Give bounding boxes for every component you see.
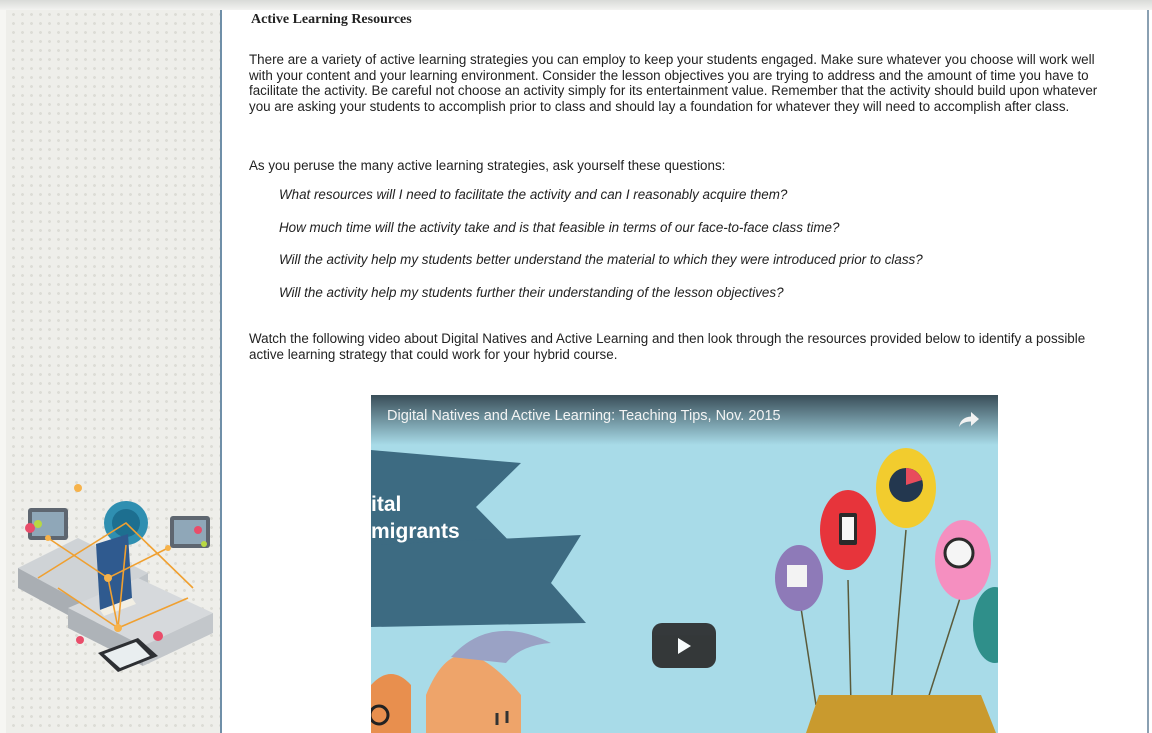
question-list: What resources will I need to facilitate… bbox=[279, 187, 923, 317]
video-paragraph: Watch the following video about Digital … bbox=[249, 331, 1086, 362]
list-item: Will the activity help my students bette… bbox=[279, 252, 923, 267]
play-icon bbox=[678, 638, 691, 654]
share-icon[interactable] bbox=[958, 410, 980, 428]
questions-intro: As you peruse the many active learning s… bbox=[249, 158, 726, 173]
video-thumbnail bbox=[371, 448, 998, 733]
video-player[interactable]: ital migrants Digital Natives and Active… bbox=[371, 395, 998, 733]
education-technology-illustration bbox=[18, 484, 213, 672]
left-edge bbox=[0, 10, 6, 733]
intro-paragraph: There are a variety of active learning s… bbox=[249, 52, 1098, 114]
main-content: Active Learning Resources There are a va… bbox=[249, 10, 1129, 733]
banner-line: migrants bbox=[371, 520, 460, 543]
banner-line: ital bbox=[371, 493, 402, 516]
page-title: Active Learning Resources bbox=[251, 12, 412, 27]
play-button[interactable] bbox=[652, 623, 716, 668]
top-border bbox=[0, 0, 1152, 10]
right-border bbox=[1147, 10, 1149, 733]
list-item: What resources will I need to facilitate… bbox=[279, 187, 788, 202]
list-item: Will the activity help my students furth… bbox=[279, 284, 784, 300]
list-item: How much time will the activity take and… bbox=[279, 219, 840, 235]
decorative-sidebar bbox=[0, 10, 222, 733]
video-banner-text: ital migrants bbox=[371, 491, 460, 545]
video-title[interactable]: Digital Natives and Active Learning: Tea… bbox=[387, 408, 781, 425]
